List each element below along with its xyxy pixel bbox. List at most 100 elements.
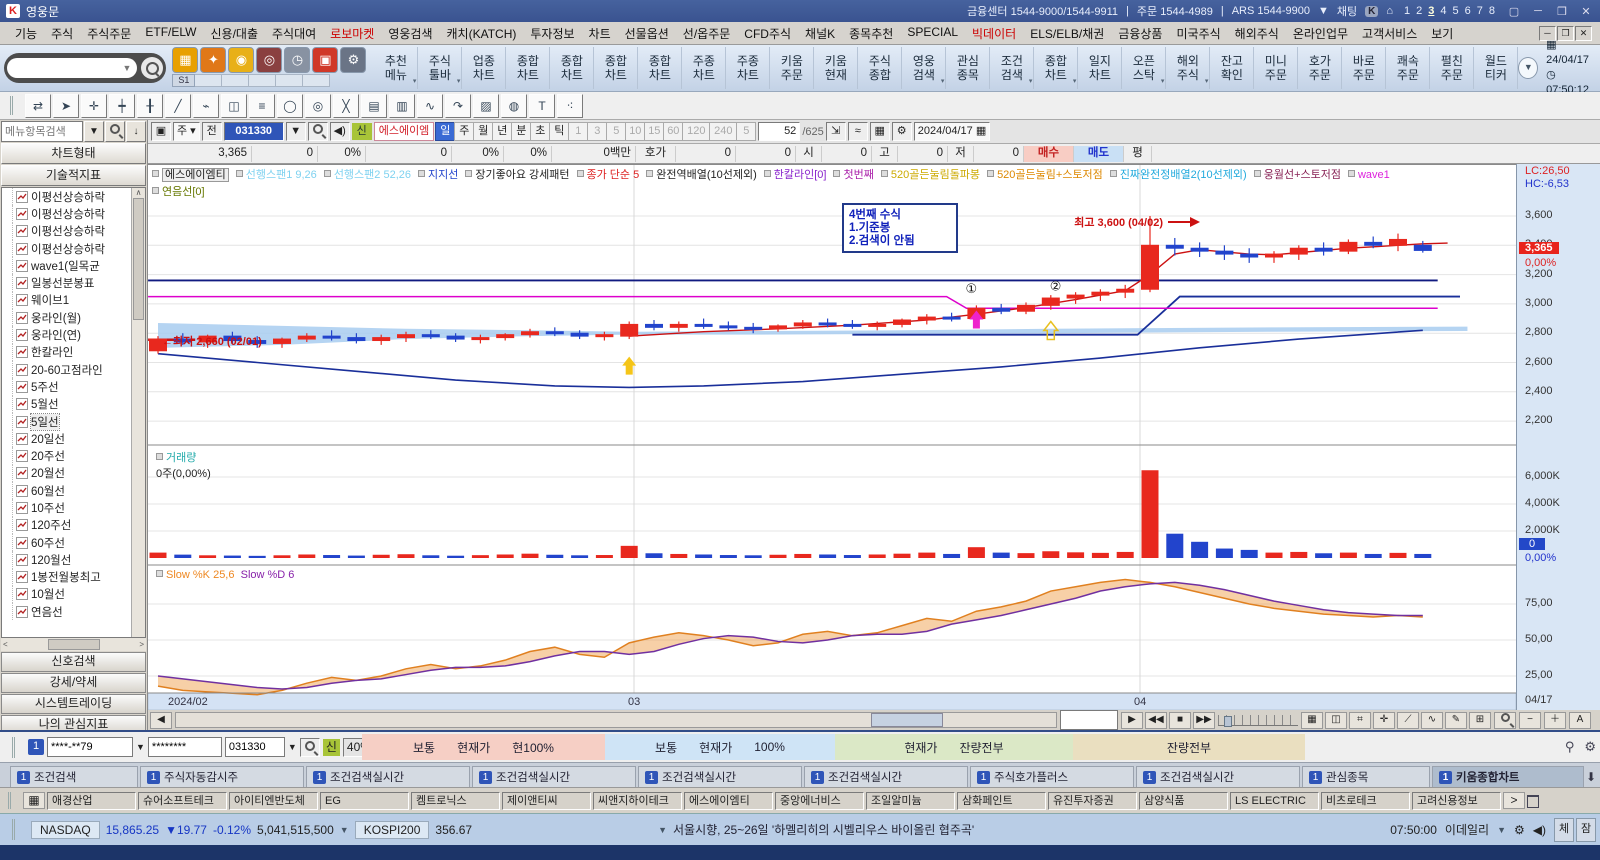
stock-조일알미늄[interactable]: 조일알미늄: [866, 792, 955, 810]
key-icon[interactable]: ✦: [200, 47, 226, 73]
screen-tab-empty[interactable]: [249, 74, 276, 87]
indicator-icon[interactable]: ⌗: [1349, 712, 1371, 729]
chevron-down-icon[interactable]: ▼: [658, 825, 667, 835]
menu-ELS/ELB/채권[interactable]: ELS/ELB/채권: [1023, 25, 1111, 42]
snapshot-icon[interactable]: ▦: [1301, 712, 1323, 729]
more-stocks-button[interactable]: >: [1503, 792, 1525, 809]
trendline-icon[interactable]: ⟋: [1397, 712, 1419, 729]
workspace-5[interactable]: 5: [1450, 5, 1462, 17]
side-tab-체[interactable]: 체: [1554, 818, 1574, 842]
period-일[interactable]: 일: [435, 122, 455, 141]
gear-icon[interactable]: ⚙: [340, 47, 366, 73]
restore-button[interactable]: ❒: [1554, 5, 1570, 18]
row-drag-handle[interactable]: [8, 792, 17, 810]
toolbar-collapse-button[interactable]: ▼: [1518, 57, 1538, 79]
stock-슈어소프트테크[interactable]: 슈어소프트테크: [138, 792, 227, 810]
search-icon[interactable]: [105, 121, 125, 142]
sell-button[interactable]: 매도: [1074, 146, 1124, 162]
hline-tool-icon[interactable]: ┿: [109, 94, 135, 118]
toolbar-button-해외주식[interactable]: 해외주식: [1166, 47, 1210, 89]
side-tab-잠[interactable]: 잠: [1576, 818, 1596, 842]
toolbar-button-조건검색[interactable]: 조건검색: [990, 47, 1034, 89]
gear-icon[interactable]: ⚙: [1514, 823, 1525, 837]
indicator-item[interactable]: 60주선: [12, 534, 145, 551]
stock-LS ELECTRIC[interactable]: LS ELECTRIC: [1230, 792, 1319, 810]
trash-icon[interactable]: [1527, 795, 1539, 808]
period-5[interactable]: 5: [736, 122, 756, 141]
playback-■[interactable]: ■: [1169, 712, 1191, 729]
period-분[interactable]: 분: [511, 122, 531, 141]
tab-조건검색실시간[interactable]: 1조건검색실시간: [804, 766, 968, 787]
indicator-item[interactable]: 5주선: [12, 378, 145, 395]
stock-EG[interactable]: EG: [320, 792, 409, 810]
toolbar-button-영웅검색[interactable]: 영웅검색: [902, 47, 946, 89]
order-type-panel-1[interactable]: 보통현재가100%: [605, 734, 835, 760]
candle-tool-icon[interactable]: ◫: [221, 94, 247, 118]
lock-icon[interactable]: ◉: [228, 47, 254, 73]
text-tool-icon[interactable]: T: [529, 94, 555, 118]
tab-조건검색실시간[interactable]: 1조건검색실시간: [472, 766, 636, 787]
indicator-item[interactable]: 웨이브1: [12, 292, 145, 309]
bar-width-slider[interactable]: [1218, 715, 1298, 726]
sidebar-강세/약세[interactable]: 강세/약세: [1, 673, 146, 693]
period-10[interactable]: 10: [625, 122, 645, 141]
index2-label[interactable]: KOSPI200: [355, 821, 430, 839]
menu-캐치(KATCH)[interactable]: 캐치(KATCH): [440, 25, 524, 42]
stock-씨앤지하이테크[interactable]: 씨앤지하이테크: [593, 792, 682, 810]
toolbar-button-주종차트[interactable]: 주종차트: [726, 47, 770, 89]
area-pattern-icon[interactable]: ▨: [473, 94, 499, 118]
tab-조건검색실시간[interactable]: 1조건검색실시간: [306, 766, 470, 787]
indicator-item[interactable]: 이평선상승하락: [12, 240, 145, 257]
toolbar-button-월드티커[interactable]: 월드티커: [1474, 47, 1518, 89]
toolbar-button-바로주문[interactable]: 바로주문: [1342, 47, 1386, 89]
chevron-down-icon[interactable]: ▼: [288, 742, 297, 752]
chart-date-picker[interactable]: 2024/04/17 ▦: [914, 122, 991, 141]
playback-▶▶[interactable]: ▶▶: [1193, 712, 1215, 729]
menu-주식대여[interactable]: 주식대여: [265, 25, 323, 42]
monitor-icon[interactable]: ▣: [312, 47, 338, 73]
chevron-down-icon[interactable]: ▼: [84, 121, 104, 142]
toolbar-button-일지차트[interactable]: 일지차트: [1078, 47, 1122, 89]
password-field[interactable]: [148, 737, 222, 757]
menu-투자정보[interactable]: 투자정보: [523, 25, 581, 42]
stock-중앙에너비스[interactable]: 중앙에너비스: [775, 792, 864, 810]
global-search[interactable]: ▼: [4, 53, 166, 83]
menu-빅데이터[interactable]: 빅데이터: [965, 25, 1023, 42]
search-icon[interactable]: [308, 122, 328, 141]
parallel-lines-icon[interactable]: ≡: [249, 94, 275, 118]
toolbar-button-미니주문[interactable]: 미니주문: [1254, 47, 1298, 89]
section-technical-indicators[interactable]: 기술적지표: [1, 165, 146, 186]
toolbar-button-키움현재[interactable]: 키움현재: [814, 47, 858, 89]
toolbar-button-주식툴바[interactable]: 주식툴바: [418, 47, 462, 89]
bar-count-input[interactable]: 52: [758, 122, 800, 141]
workspace-2[interactable]: 2: [1413, 5, 1425, 17]
stock-code-input[interactable]: 031330: [224, 122, 284, 141]
toolbar-button-호가주문[interactable]: 호가주문: [1298, 47, 1342, 89]
minimize-button[interactable]: ─: [1530, 5, 1546, 17]
tab-주식자동감시주[interactable]: 1주식자동감시주: [140, 766, 304, 787]
indicator-item[interactable]: 한칼라인: [12, 344, 145, 361]
camera-icon[interactable]: ◎: [256, 47, 282, 73]
indicator-item[interactable]: 10월선: [12, 586, 145, 603]
wave-icon[interactable]: ∿: [1421, 712, 1443, 729]
speaker-icon[interactable]: ◀): [1533, 823, 1546, 837]
toolbar-button-종합차트[interactable]: 종합차트: [506, 47, 550, 89]
indicator-item[interactable]: 10주선: [12, 499, 145, 516]
sidebar-시스템트레이딩[interactable]: 시스템트레이딩: [1, 694, 146, 714]
news-ticker[interactable]: 서울시향, 25~26일 '하멜리히의 시벨리우스 바이올린 협주곡': [673, 821, 1384, 838]
trendline-label-icon[interactable]: ⌁: [193, 94, 219, 118]
menu-선/옵주문[interactable]: 선/옵주문: [676, 25, 738, 42]
indicator-item[interactable]: 5월선: [12, 396, 145, 413]
period-60[interactable]: 60: [663, 122, 683, 141]
search-icon[interactable]: [141, 57, 163, 79]
ellipse-icon[interactable]: ◯: [277, 94, 303, 118]
indicator-item[interactable]: 5일선: [12, 413, 145, 430]
chevron-down-icon[interactable]: ▼: [1497, 825, 1506, 835]
toolbar-button-종합차트[interactable]: 종합차트: [1034, 47, 1078, 89]
prev-stock-button[interactable]: 전: [202, 122, 222, 141]
tab-주식호가플러스[interactable]: 1주식호가플러스: [970, 766, 1134, 787]
chart-scrollbar[interactable]: [175, 712, 1057, 728]
stock-에스에이엠티[interactable]: 에스에이엠티: [684, 792, 773, 810]
indicator-item[interactable]: 이평선상승하락: [12, 223, 145, 240]
jump-input[interactable]: [1060, 710, 1118, 730]
